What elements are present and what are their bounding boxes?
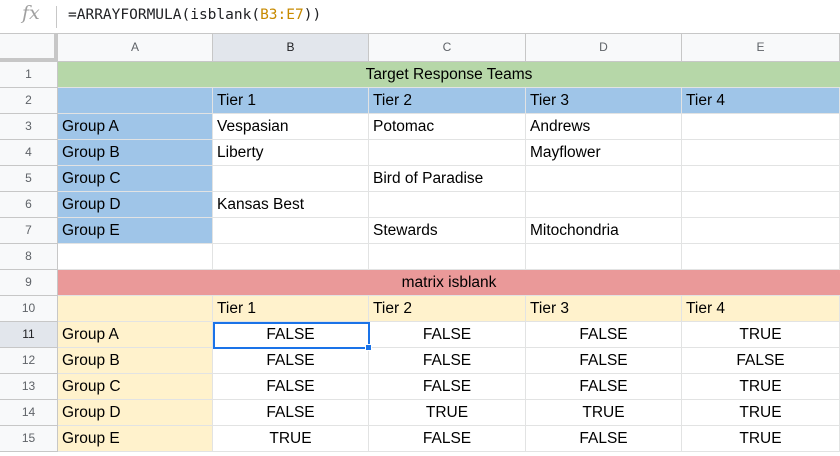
table2-bool-cell[interactable]: FALSE (682, 348, 840, 374)
formula-suffix: )) (303, 7, 322, 23)
empty-cell[interactable] (58, 244, 213, 270)
table2-bool-cell[interactable]: FALSE (213, 348, 369, 374)
row-header-13[interactable]: 13 (0, 374, 58, 400)
table2-bool-cell[interactable]: FALSE (369, 348, 526, 374)
table2-tier-header[interactable]: Tier 4 (682, 296, 840, 322)
fx-icon: fx (22, 2, 40, 24)
table2-tier-header[interactable]: Tier 3 (526, 296, 682, 322)
table1-cell[interactable] (369, 140, 526, 166)
table1-cell[interactable]: Mayflower (526, 140, 682, 166)
column-header-c[interactable]: C (369, 34, 526, 62)
table2-bool-cell[interactable]: TRUE (682, 426, 840, 452)
row-header-9[interactable]: 9 (0, 270, 58, 296)
table1-cell[interactable]: Bird of Paradise (369, 166, 526, 192)
table1-tier-header[interactable]: Tier 3 (526, 88, 682, 114)
empty-cell[interactable] (526, 244, 682, 270)
table1-cell[interactable]: Kansas Best (213, 192, 369, 218)
fill-handle[interactable] (365, 344, 372, 351)
table1-cell[interactable] (369, 192, 526, 218)
row-header-11[interactable]: 11 (0, 322, 58, 348)
table1-group-label[interactable]: Group D (58, 192, 213, 218)
table2-bool-cell[interactable]: TRUE (682, 400, 840, 426)
formula-bar-divider (56, 6, 57, 28)
table2-corner-cell[interactable] (58, 296, 213, 322)
table1-cell[interactable] (213, 166, 369, 192)
row-header-1[interactable]: 1 (0, 62, 58, 88)
table2-title[interactable]: matrix isblank (58, 270, 840, 296)
table2-group-label[interactable]: Group E (58, 426, 213, 452)
table2-group-label[interactable]: Group D (58, 400, 213, 426)
table1-corner-cell[interactable] (58, 88, 213, 114)
table1-title[interactable]: Target Response Teams (58, 62, 840, 88)
table1-cell[interactable] (682, 114, 840, 140)
row-header-8[interactable]: 8 (0, 244, 58, 270)
table2-bool-cell[interactable]: FALSE (526, 426, 682, 452)
table1-tier-header[interactable]: Tier 1 (213, 88, 369, 114)
table1-tier-header[interactable]: Tier 4 (682, 88, 840, 114)
table2-bool-cell[interactable]: TRUE (213, 426, 369, 452)
empty-cell[interactable] (369, 244, 526, 270)
table2-group-label[interactable]: Group B (58, 348, 213, 374)
table1-cell[interactable]: Andrews (526, 114, 682, 140)
table1-group-label[interactable]: Group B (58, 140, 213, 166)
row-header-4[interactable]: 4 (0, 140, 58, 166)
table1-cell[interactable]: Vespasian (213, 114, 369, 140)
table1-tier-header[interactable]: Tier 2 (369, 88, 526, 114)
table2-bool-cell[interactable]: FALSE (213, 374, 369, 400)
formula-range-ref: B3:E7 (260, 7, 304, 23)
table1-cell[interactable] (526, 192, 682, 218)
row-header-14[interactable]: 14 (0, 400, 58, 426)
table1-cell[interactable]: Liberty (213, 140, 369, 166)
table2-bool-cell[interactable]: FALSE (526, 322, 682, 348)
empty-cell[interactable] (213, 244, 369, 270)
table1-cell[interactable]: Potomac (369, 114, 526, 140)
row-header-12[interactable]: 12 (0, 348, 58, 374)
table1-cell[interactable] (526, 166, 682, 192)
table2-bool-cell[interactable]: TRUE (682, 374, 840, 400)
table1-cell[interactable]: Mitochondria (526, 218, 682, 244)
table2-bool-cell[interactable]: FALSE (369, 322, 526, 348)
table2-bool-cell[interactable]: FALSE (213, 400, 369, 426)
row-header-15[interactable]: 15 (0, 426, 58, 452)
table1-cell[interactable]: Stewards (369, 218, 526, 244)
table1-cell[interactable] (682, 140, 840, 166)
table1-cell[interactable] (682, 166, 840, 192)
table1-group-label[interactable]: Group E (58, 218, 213, 244)
empty-cell[interactable] (682, 244, 840, 270)
table2-bool-cell[interactable]: TRUE (369, 400, 526, 426)
row-header-10[interactable]: 10 (0, 296, 58, 322)
table2-tier-header[interactable]: Tier 2 (369, 296, 526, 322)
table2-group-label[interactable]: Group C (58, 374, 213, 400)
table2-tier-header[interactable]: Tier 1 (213, 296, 369, 322)
row-header-3[interactable]: 3 (0, 114, 58, 140)
row-header-6[interactable]: 6 (0, 192, 58, 218)
formula-prefix: =ARRAYFORMULA(isblank( (68, 7, 261, 23)
column-header-a[interactable]: A (58, 34, 213, 62)
table2-bool-cell[interactable]: TRUE (526, 400, 682, 426)
formula-bar: fx =ARRAYFORMULA(isblank(B3:E7)) (0, 0, 840, 34)
select-all-corner[interactable] (0, 34, 58, 62)
row-header-7[interactable]: 7 (0, 218, 58, 244)
table1-cell[interactable] (213, 218, 369, 244)
table2-bool-cell[interactable]: FALSE (213, 322, 369, 348)
table2-bool-cell[interactable]: FALSE (526, 374, 682, 400)
table2-bool-cell[interactable]: FALSE (369, 374, 526, 400)
formula-input[interactable]: =ARRAYFORMULA(isblank(B3:E7)) (68, 7, 321, 23)
table1-group-label[interactable]: Group C (58, 166, 213, 192)
table2-group-label[interactable]: Group A (58, 322, 213, 348)
table1-group-label[interactable]: Group A (58, 114, 213, 140)
table2-bool-cell[interactable]: FALSE (526, 348, 682, 374)
column-header-d[interactable]: D (526, 34, 682, 62)
column-header-e[interactable]: E (682, 34, 840, 62)
row-header-2[interactable]: 2 (0, 88, 58, 114)
column-header-b[interactable]: B (213, 34, 369, 62)
table1-cell[interactable] (682, 218, 840, 244)
table1-cell[interactable] (682, 192, 840, 218)
row-header-5[interactable]: 5 (0, 166, 58, 192)
table2-bool-cell[interactable]: FALSE (369, 426, 526, 452)
table2-bool-cell[interactable]: TRUE (682, 322, 840, 348)
